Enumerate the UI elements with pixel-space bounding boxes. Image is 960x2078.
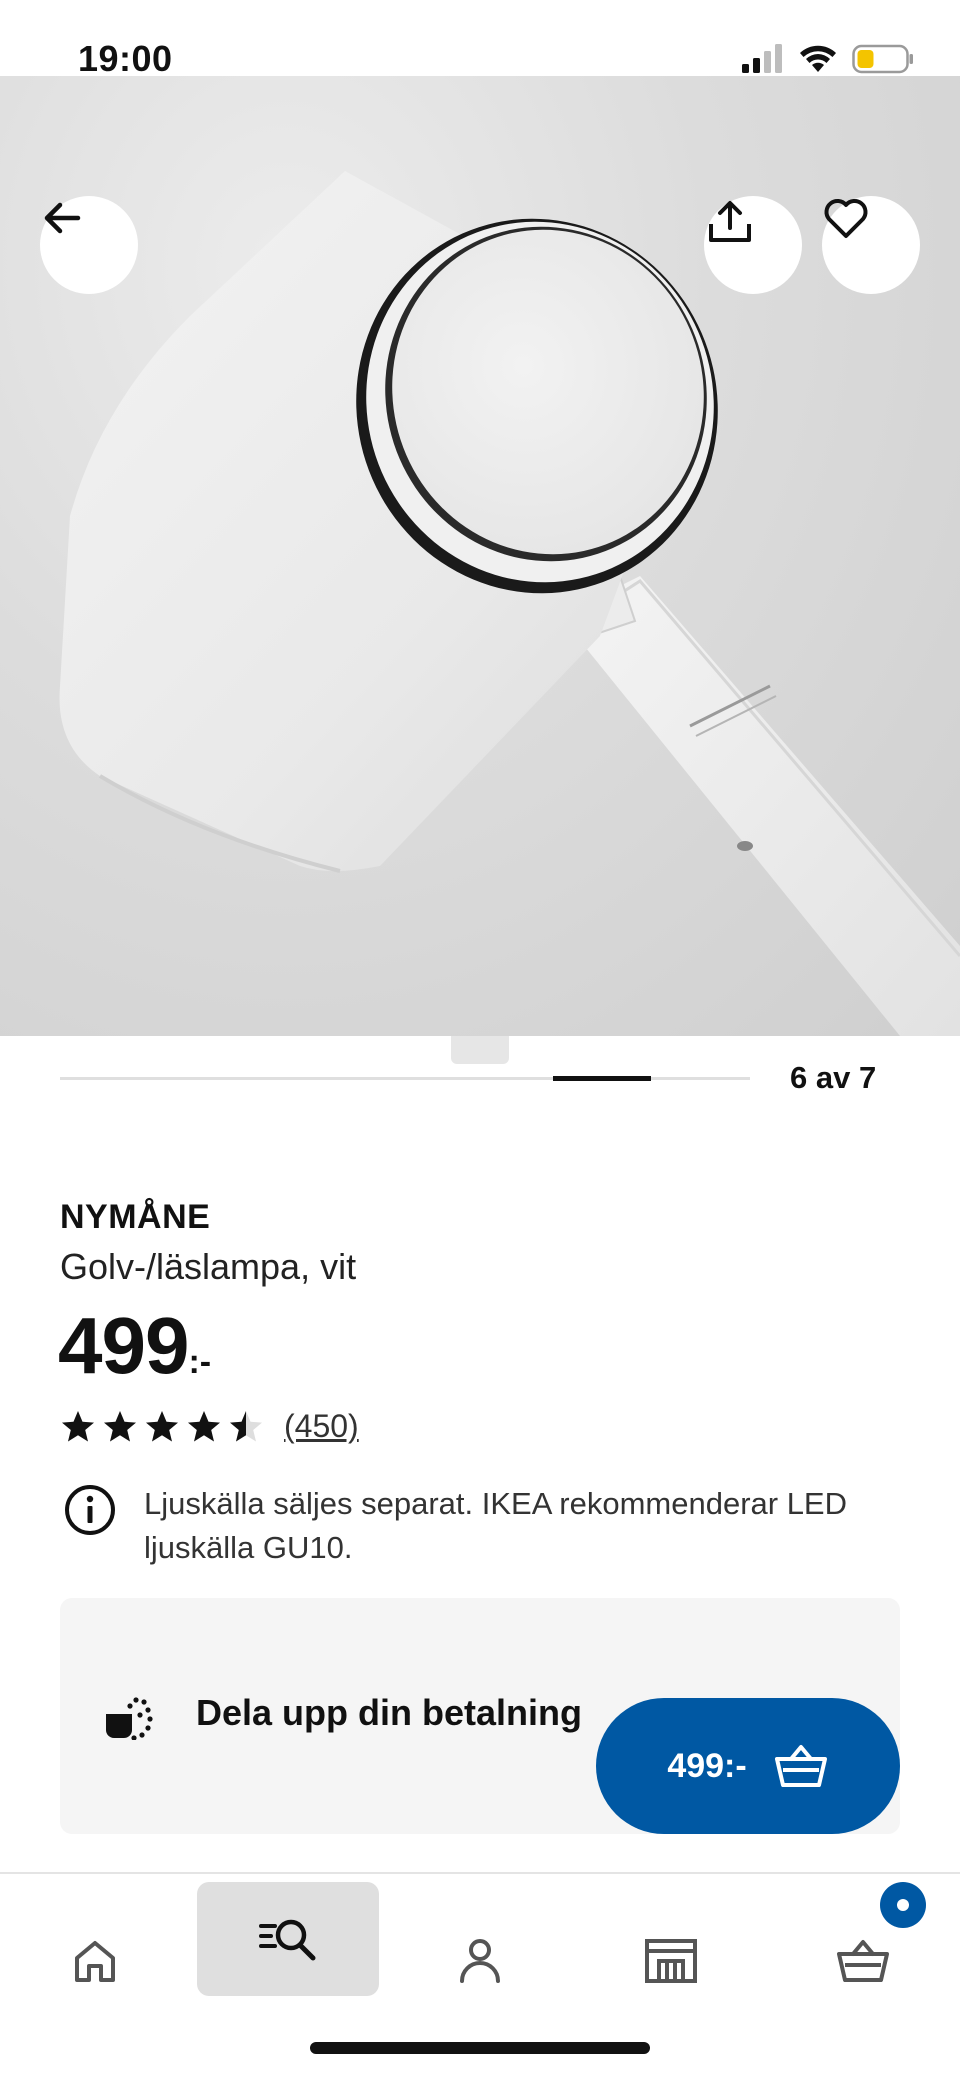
image-handle [451, 1036, 509, 1064]
product-name: NYMÅNE [60, 1198, 211, 1236]
price-suffix: :- [188, 1343, 212, 1381]
lamp-illustration [59, 171, 960, 1036]
product-rating[interactable]: (450) [60, 1408, 359, 1445]
product-page: 19:00 6 av 7 NYMÅNE Golv-/läslampa, vit … [0, 0, 960, 2078]
carousel-progress-fill [552, 1076, 652, 1081]
status-bar: 19:00 [0, 0, 960, 79]
payment-split-text: Dela upp din betalning [196, 1692, 582, 1733]
carousel-counter: 6 av 7 [790, 1060, 877, 1095]
rating-star-5 [230, 1410, 262, 1441]
add-to-cart-button[interactable]: 499:- [596, 1698, 900, 1834]
battery-icon [852, 44, 913, 74]
nav-profile[interactable] [389, 1904, 571, 2018]
status-icons [740, 44, 914, 74]
payment-split-icon [106, 1697, 153, 1740]
notice-text: Ljuskälla säljes separat. IKEA rekommend… [144, 1486, 847, 1565]
review-count-link[interactable]: (450) [284, 1408, 359, 1445]
add-to-cart-price: 499:- [667, 1746, 747, 1785]
nav-search[interactable] [197, 1882, 379, 1996]
store-icon [645, 1939, 697, 1983]
home-indicator [310, 2042, 650, 2054]
basket-icon [774, 1745, 827, 1787]
nav-stores[interactable] [580, 1904, 762, 2018]
cart-icon [837, 1940, 889, 1982]
wifi-icon [800, 45, 836, 72]
rating-star-4 [188, 1410, 220, 1441]
profile-icon [460, 1939, 500, 1983]
product-image[interactable] [0, 76, 960, 1036]
back-button[interactable] [40, 196, 138, 294]
home-icon [75, 1941, 115, 1982]
share-icon [709, 201, 751, 242]
rating-star-3 [146, 1410, 178, 1441]
search-icon [259, 1919, 316, 1961]
cellular-signal-icon [742, 44, 782, 73]
rating-stars [60, 1409, 264, 1445]
favorite-button[interactable] [822, 196, 920, 294]
product-description: Golv-/läslampa, vit [60, 1246, 357, 1287]
light-source-notice: Ljuskälla säljes separat. IKEA rekommend… [62, 1482, 902, 1570]
product-price: 499 :- [58, 1300, 211, 1392]
nav-home[interactable] [4, 1904, 186, 2018]
carousel-progress [60, 1076, 750, 1081]
nav-cart[interactable] [772, 1904, 954, 2018]
arrow-left-icon [44, 202, 81, 234]
status-time: 19:00 [78, 38, 173, 79]
rating-star-2 [104, 1410, 136, 1441]
rating-star-1 [62, 1410, 94, 1441]
share-button[interactable] [704, 196, 802, 294]
info-icon [65, 1485, 115, 1535]
price-integer: 499 [58, 1301, 189, 1390]
cart-badge [880, 1882, 926, 1928]
cart-badge-dot [897, 1899, 909, 1911]
heart-icon [824, 199, 868, 238]
